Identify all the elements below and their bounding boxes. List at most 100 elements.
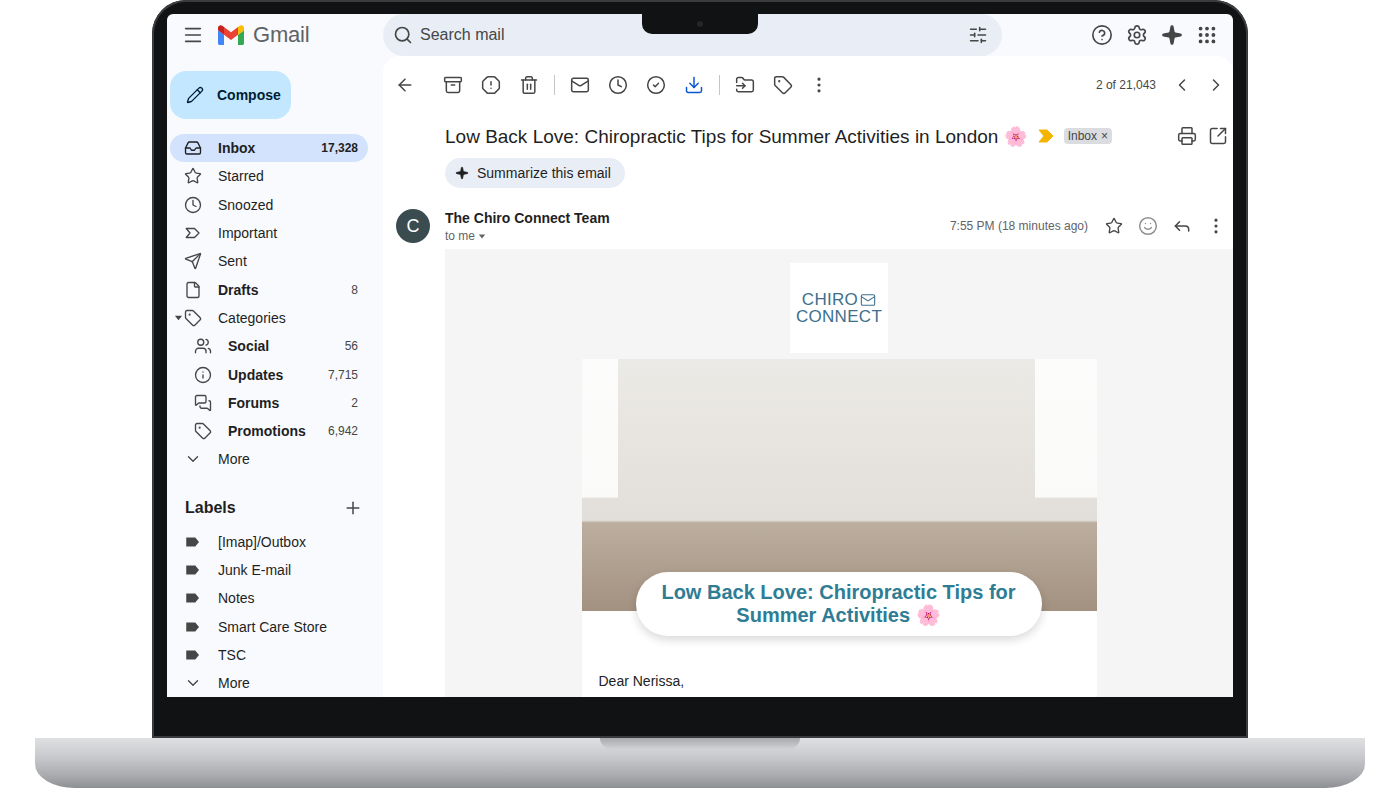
caret-slot (184, 398, 194, 408)
search-options-button[interactable] (968, 25, 988, 45)
sidebar-item[interactable]: Forums2 (170, 389, 368, 417)
sidebar-item[interactable]: Sent (170, 247, 368, 275)
message-more-button[interactable] (1199, 207, 1233, 245)
sidebar-item[interactable]: More (170, 445, 368, 473)
people-icon (194, 337, 212, 355)
sidebar-item[interactable]: Inbox17,328 (170, 134, 368, 162)
sidebar-item-count: 6,942 (328, 424, 358, 438)
sidebar-item-count: 8 (351, 283, 358, 297)
label-item-label: [Imap]/Outbox (218, 534, 306, 550)
sidebar-item-label: Promotions (228, 423, 306, 439)
download-icon (684, 75, 704, 95)
label-item[interactable]: TSC (170, 641, 368, 669)
inbox-chip: Inbox× (1064, 128, 1112, 144)
delete-button[interactable] (510, 66, 548, 104)
archive-button[interactable] (434, 66, 472, 104)
icon-slot (194, 337, 212, 355)
sidebar-item[interactable]: Snoozed (170, 191, 368, 219)
label-item[interactable]: Smart Care Store (170, 612, 368, 640)
recipient-details[interactable]: to me (445, 229, 610, 243)
icon-slot (194, 366, 212, 384)
sparkle-icon (455, 166, 469, 180)
logo-area: Gmail (167, 22, 383, 48)
sender-info: The Chiro Connect Team to me (445, 210, 610, 243)
mark-unread-button[interactable] (561, 66, 599, 104)
chiro-connect-logo: CHIROCONNECT (790, 263, 888, 353)
greeting: Dear Nerissa, (599, 673, 685, 689)
sender-avatar[interactable]: C (396, 209, 430, 243)
sidebar-item[interactable]: Drafts8 (170, 275, 368, 303)
caret-slot (174, 200, 184, 210)
label-item[interactable]: Junk E-mail (170, 556, 368, 584)
sidebar-item[interactable]: Categories (170, 304, 368, 332)
archive-icon (443, 75, 463, 95)
caret-slot (184, 370, 194, 380)
gmail-brand-text: Gmail (253, 22, 309, 48)
main-menu-button[interactable] (182, 24, 204, 46)
label-item-label: TSC (218, 647, 246, 663)
older-button[interactable] (1199, 66, 1233, 104)
label-as-button[interactable] (764, 66, 802, 104)
icon-slot (184, 252, 202, 270)
download-button[interactable] (675, 66, 713, 104)
gmail-brand[interactable]: Gmail (218, 22, 309, 48)
sidebar: Compose Inbox17,328StarredSnoozedImportan… (167, 56, 383, 697)
importance-marker-icon[interactable] (1038, 129, 1054, 143)
toolbar-divider (554, 75, 555, 95)
sidebar-item-label: Updates (228, 367, 283, 383)
create-label-button[interactable] (343, 498, 363, 518)
sidebar-item[interactable]: Important (170, 219, 368, 247)
add-task-button[interactable] (637, 66, 675, 104)
chip-remove-button[interactable]: × (1101, 129, 1108, 143)
icon-slot (184, 167, 202, 185)
move-to-button[interactable] (726, 66, 764, 104)
sidebar-item[interactable]: Promotions 6,942 (170, 417, 368, 445)
snooze-button[interactable] (599, 66, 637, 104)
caret-slot (174, 565, 184, 575)
back-button[interactable] (386, 66, 424, 104)
dropdown-arrow-icon[interactable] (478, 232, 486, 240)
message-toolbar: 2 of 21,043 (383, 56, 1233, 114)
open-in-new-window-button[interactable] (1202, 117, 1233, 155)
more-actions-button[interactable] (802, 66, 836, 104)
sidebar-item-label: Social (228, 338, 269, 354)
sender-actions: 7:55 PM (18 minutes ago) (950, 207, 1233, 245)
logo-line: CONNECT (796, 308, 882, 325)
label-item[interactable]: More (170, 669, 368, 697)
label-item-label: Smart Care Store (218, 619, 327, 635)
sidebar-item[interactable]: Starred (170, 162, 368, 190)
caret-slot (174, 143, 184, 153)
chevron-down-icon (184, 450, 202, 468)
envelope-icon (860, 292, 876, 308)
label-item[interactable]: Notes (170, 584, 368, 612)
sender-name[interactable]: The Chiro Connect Team (445, 210, 610, 226)
help-button[interactable] (1091, 24, 1113, 46)
label-tag-icon (184, 533, 202, 551)
back-icon (395, 75, 415, 95)
sidebar-item[interactable]: Updates7,715 (170, 360, 368, 388)
star-button[interactable] (1097, 207, 1131, 245)
label-item-label: Notes (218, 590, 255, 606)
pencil-icon (186, 86, 204, 104)
settings-button[interactable] (1126, 24, 1148, 46)
icon-slot (184, 139, 202, 157)
newer-button[interactable] (1165, 66, 1199, 104)
gmail-body: Compose Inbox17,328StarredSnoozedImportan… (167, 56, 1233, 697)
reply-button[interactable] (1165, 207, 1199, 245)
add-reaction-button[interactable] (1131, 207, 1165, 245)
older-icon (1206, 75, 1226, 95)
caret-slot (174, 171, 184, 181)
apps-button[interactable] (1196, 24, 1218, 46)
gemini-button[interactable] (1161, 24, 1183, 46)
print-button[interactable] (1171, 117, 1202, 155)
report-spam-button[interactable] (472, 66, 510, 104)
summarize-button[interactable]: Summarize this email (445, 158, 625, 188)
compose-button[interactable]: Compose (170, 71, 291, 119)
subject-actions (1171, 117, 1233, 155)
sidebar-item[interactable]: Social56 (170, 332, 368, 360)
expand-caret-icon[interactable] (174, 313, 183, 322)
snooze-icon (608, 75, 628, 95)
chevron-down-icon (184, 674, 202, 692)
caret-slot (184, 341, 194, 351)
label-item[interactable]: [Imap]/Outbox (170, 528, 368, 556)
